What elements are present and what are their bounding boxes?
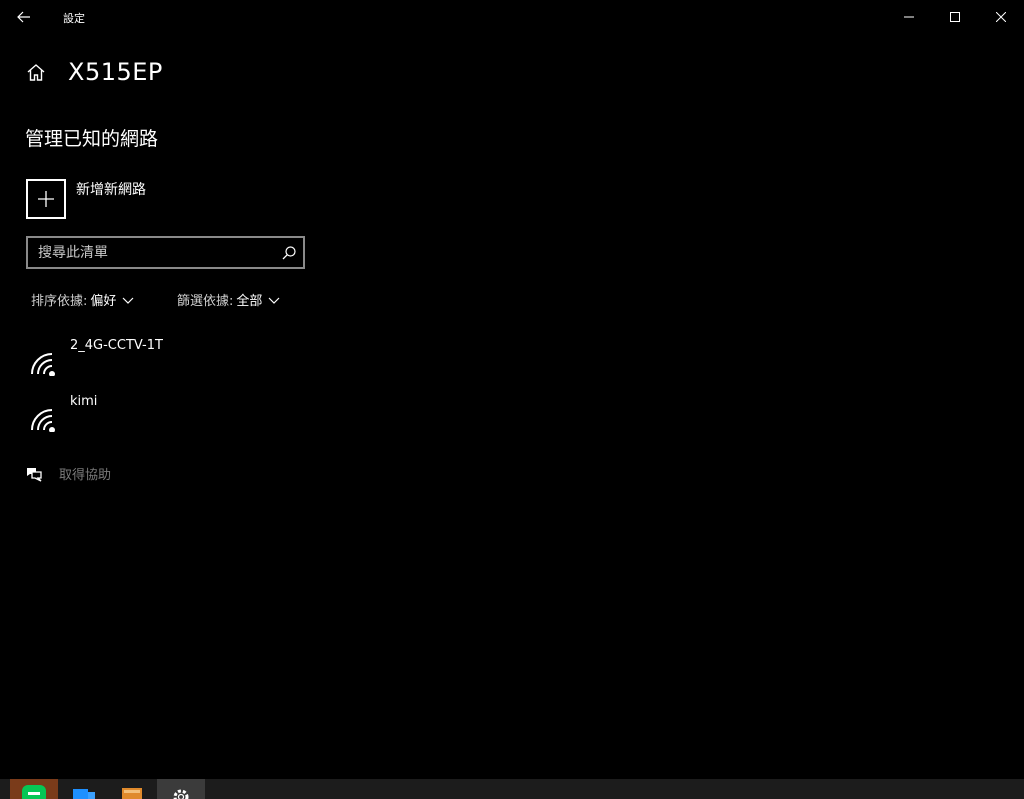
minimize-button[interactable]: [886, 0, 932, 34]
home-icon: [27, 64, 45, 81]
network-item[interactable]: kimi: [26, 392, 326, 440]
chevron-down-icon: [268, 297, 280, 304]
search-box: [26, 236, 305, 269]
wifi-icon: [31, 409, 55, 432]
home-button[interactable]: [25, 62, 47, 84]
chevron-down-icon: [122, 297, 134, 304]
add-box: [26, 179, 66, 219]
back-button[interactable]: [10, 4, 38, 30]
taskbar-app[interactable]: [108, 779, 156, 799]
back-arrow-icon: [17, 11, 30, 23]
plus-icon: [38, 191, 54, 207]
window-title: 設定: [63, 12, 85, 25]
get-help-link[interactable]: 取得協助: [25, 464, 111, 483]
gear-icon: [173, 789, 189, 799]
get-help-label: 取得協助: [59, 468, 112, 483]
close-icon: [996, 12, 1006, 22]
folder-icon: [73, 789, 95, 799]
filter-value: 全部: [236, 294, 263, 309]
filter-label: 篩選依據:: [177, 294, 234, 309]
search-input[interactable]: [28, 238, 278, 267]
network-name: kimi: [70, 394, 98, 409]
filter-dropdown[interactable]: 篩選依據: 全部: [177, 290, 280, 309]
taskbar: [0, 779, 1024, 799]
minimize-icon: [904, 16, 914, 18]
add-network-label: 新增新網路: [76, 182, 146, 198]
section-title: 管理已知的網路: [25, 128, 159, 150]
taskbar-line-app[interactable]: [10, 779, 58, 799]
network-item[interactable]: 2_4G-CCTV-1T: [26, 336, 326, 384]
add-network-button[interactable]: 新增新網路: [26, 179, 146, 219]
close-button[interactable]: [978, 0, 1024, 34]
sort-value: 偏好: [90, 294, 117, 309]
sort-label: 排序依據:: [31, 294, 88, 309]
page-title: X515EP: [68, 58, 163, 86]
search-icon[interactable]: [281, 245, 297, 261]
maximize-button[interactable]: [932, 0, 978, 34]
app-icon: [122, 788, 142, 799]
taskbar-file-explorer[interactable]: [60, 779, 108, 799]
title-bar: 設定: [0, 0, 1024, 34]
taskbar-settings[interactable]: [157, 779, 205, 799]
chat-help-icon: [27, 467, 42, 482]
wifi-icon: [31, 353, 55, 376]
maximize-icon: [950, 12, 960, 22]
line-icon: [22, 785, 46, 799]
sort-dropdown[interactable]: 排序依據: 偏好: [31, 290, 134, 309]
network-name: 2_4G-CCTV-1T: [70, 338, 163, 353]
